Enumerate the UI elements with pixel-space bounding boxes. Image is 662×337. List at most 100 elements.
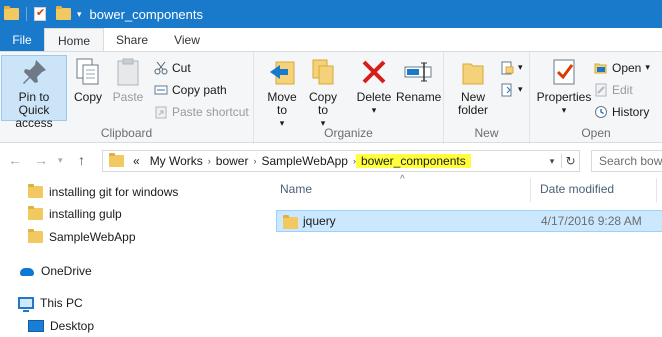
history-button[interactable]: History <box>594 102 649 121</box>
open-group-label: Open <box>581 126 611 140</box>
column-header-name[interactable]: Name <box>280 182 312 196</box>
properties-button[interactable]: Properties ▾ <box>536 56 592 117</box>
nav-item-this-pc[interactable]: This PC <box>18 293 83 313</box>
move-to-button[interactable]: Move to ▾ <box>264 56 300 130</box>
nav-item-samplewebapp[interactable]: SampleWebApp <box>28 227 136 247</box>
delete-x-icon <box>358 56 390 88</box>
open-folder-icon <box>594 61 608 75</box>
paste-icon <box>112 56 144 88</box>
folder-icon <box>283 215 298 229</box>
breadcrumb-samplewebapp[interactable]: SampleWebApp <box>256 154 353 168</box>
nav-item-onedrive[interactable]: OneDrive <box>18 261 92 281</box>
nav-item-label: Desktop <box>50 319 95 333</box>
nav-item-installing-gulp[interactable]: installing gulp <box>28 204 122 224</box>
quick-access-toolbar: ▾ <box>4 6 82 21</box>
copy-path-button[interactable]: Copy path <box>154 80 227 99</box>
nav-item-installing-git[interactable]: installing git for windows <box>28 182 178 202</box>
nav-item-label: installing gulp <box>49 207 122 221</box>
cut-label: Cut <box>172 60 191 75</box>
folder-icon[interactable] <box>4 6 19 20</box>
onedrive-cloud-icon <box>18 266 35 276</box>
new-item-button[interactable]: ▾ <box>500 58 523 77</box>
organize-group: Move to ▾ Copy to ▾ Delete ▾ Rename Orga… <box>254 52 444 144</box>
title-bar: ▾ bower_components <box>0 0 662 28</box>
new-folder-button[interactable]: New folder <box>452 56 494 117</box>
properties-icon <box>548 56 580 88</box>
history-label: History <box>612 104 650 119</box>
toolbar-separator <box>26 7 27 21</box>
new-item-icon <box>500 61 514 75</box>
search-box[interactable]: Search bower_components <box>591 150 662 172</box>
new-folder-icon <box>457 56 489 88</box>
column-separator[interactable] <box>530 178 531 202</box>
copy-icon <box>72 56 104 88</box>
edit-icon <box>594 83 608 97</box>
copy-button[interactable]: Copy <box>70 56 106 104</box>
new-group-label: New <box>474 126 499 140</box>
copy-to-button[interactable]: Copy to ▾ <box>305 56 341 130</box>
pin-to-quick-access-button[interactable]: Pin to Quick access <box>1 55 67 130</box>
breadcrumb-bower-components[interactable]: bower_components <box>355 154 471 168</box>
back-arrow-icon[interactable]: ← <box>8 152 22 168</box>
properties-label: Properties <box>536 90 592 104</box>
column-separator[interactable] <box>656 178 657 202</box>
paste-button[interactable]: Paste <box>110 56 146 104</box>
address-dropdown-icon[interactable]: ▾ <box>543 156 561 167</box>
forward-arrow-icon[interactable]: → <box>34 152 48 168</box>
rename-button[interactable]: Rename <box>396 56 442 104</box>
edit-button[interactable]: Edit <box>594 80 633 99</box>
tab-home[interactable]: Home <box>44 28 104 52</box>
properties-dropdown-icon: ▾ <box>561 105 567 115</box>
table-row[interactable]: jquery 4/17/2016 9:28 AM <box>276 210 662 232</box>
delete-label: Delete <box>356 90 392 104</box>
delete-button[interactable]: Delete ▾ <box>354 56 394 117</box>
this-pc-icon <box>18 297 34 312</box>
file-date-modified: 4/17/2016 9:28 AM <box>541 214 642 228</box>
open-group: Properties ▾ Open ▾ Edit History Open <box>530 52 662 144</box>
easy-access-button[interactable]: ▾ <box>500 80 523 99</box>
window-title: bower_components <box>89 6 203 22</box>
refresh-icon[interactable]: ↻ <box>561 154 579 168</box>
history-icon <box>594 105 608 119</box>
ribbon: Pin to Quick access Copy Paste Cut Copy … <box>0 51 662 144</box>
paste-shortcut-button[interactable]: Paste shortcut <box>154 102 249 121</box>
scissors-icon <box>154 61 168 75</box>
address-row: ← → ▾ ↑ « My Works › bower › SampleWebAp… <box>0 148 662 174</box>
file-name: jquery <box>303 214 336 228</box>
address-folder-icon <box>109 153 124 167</box>
properties-check-icon[interactable] <box>34 6 46 21</box>
nav-item-label: installing git for windows <box>49 185 179 199</box>
folder-icon <box>28 229 43 243</box>
new-item-dropdown-icon: ▾ <box>518 62 523 72</box>
sort-ascending-icon: ^ <box>400 174 405 185</box>
clipboard-group-label: Clipboard <box>100 126 153 140</box>
open-button[interactable]: Open ▾ <box>594 58 650 77</box>
ribbon-tabs: File Home Share View <box>0 28 662 52</box>
new-group: New folder ▾ ▾ New <box>444 52 530 144</box>
nav-item-desktop[interactable]: Desktop <box>28 316 94 336</box>
rename-label: Rename <box>396 90 442 104</box>
pin-label: Pin to Quick access <box>15 90 53 130</box>
new-folder-icon[interactable] <box>56 6 71 20</box>
up-arrow-icon[interactable]: ↑ <box>78 152 85 168</box>
copy-path-label: Copy path <box>172 82 227 97</box>
address-bar[interactable]: « My Works › bower › SampleWebApp › bowe… <box>102 150 580 172</box>
column-header-date-modified[interactable]: Date modified <box>540 182 614 196</box>
breadcrumb-bower[interactable]: bower <box>211 154 254 168</box>
copy-label: Copy <box>73 90 102 104</box>
paste-shortcut-icon <box>154 105 168 119</box>
nav-item-label: OneDrive <box>41 264 92 278</box>
cut-button[interactable]: Cut <box>154 58 191 77</box>
navigation-pane: installing git for windows installing gu… <box>0 174 258 337</box>
tab-view[interactable]: View <box>160 28 214 52</box>
paste-shortcut-label: Paste shortcut <box>172 104 249 119</box>
recent-locations-dropdown-icon[interactable]: ▾ <box>58 155 63 166</box>
customize-toolbar-dropdown-icon[interactable]: ▾ <box>77 9 82 20</box>
tab-file[interactable]: File <box>0 28 44 52</box>
easy-access-dropdown-icon: ▾ <box>518 84 523 94</box>
breadcrumb-overflow[interactable]: « <box>128 154 145 168</box>
breadcrumb-my-works[interactable]: My Works <box>145 154 208 168</box>
file-list: ^ Name Date modified jquery 4/17/2016 9:… <box>262 174 662 337</box>
move-to-icon <box>266 56 298 88</box>
tab-share[interactable]: Share <box>104 28 160 52</box>
